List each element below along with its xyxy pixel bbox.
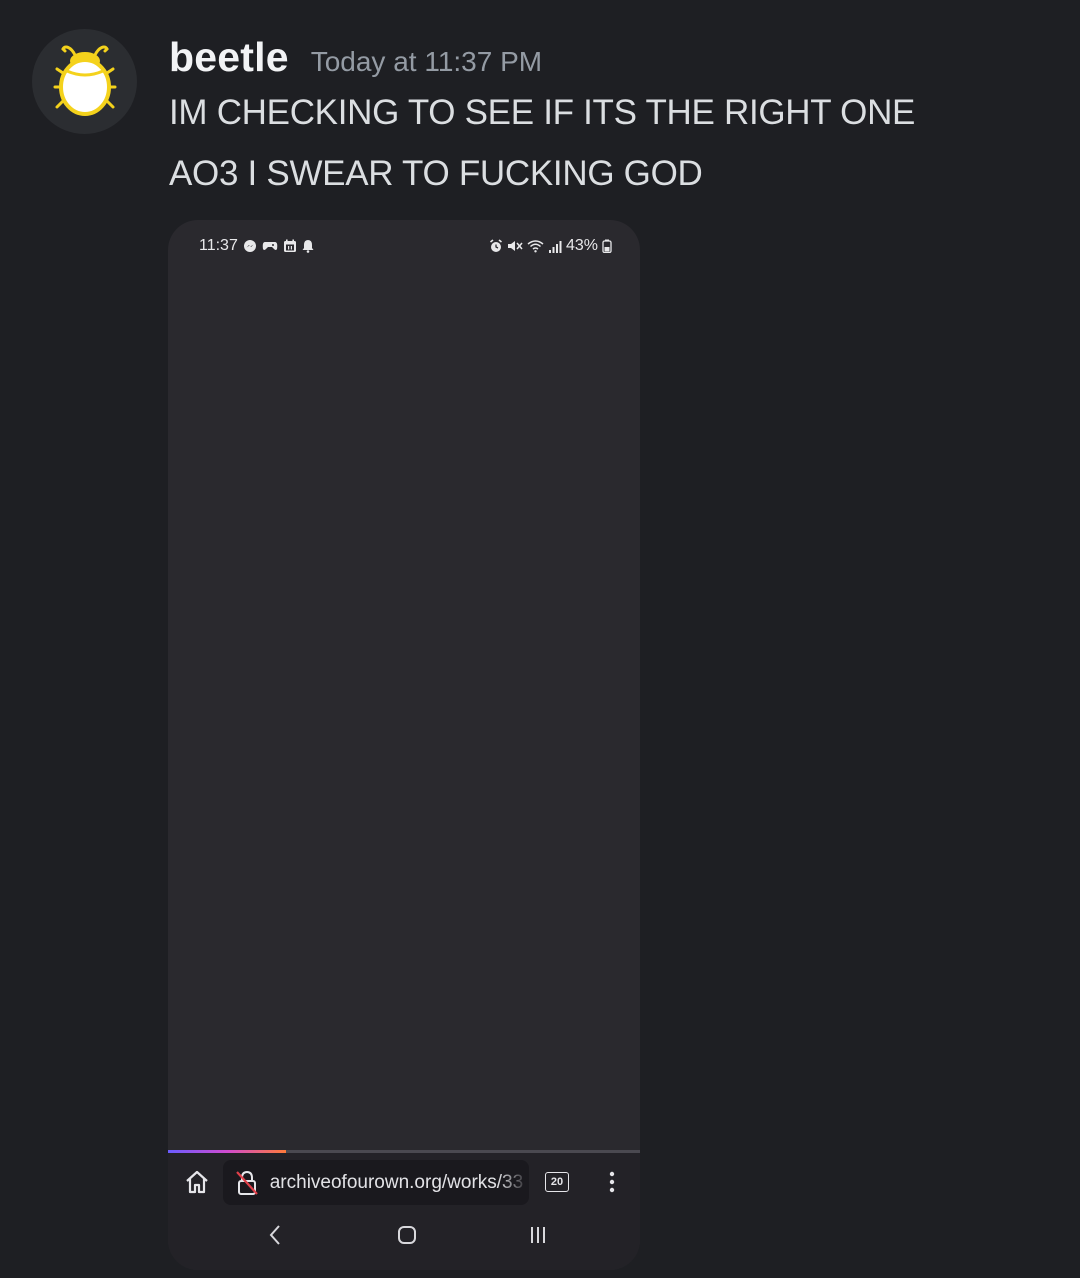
status-bar-right: 43% — [489, 237, 612, 255]
insecure-lock-icon[interactable] — [234, 1170, 260, 1196]
home-icon[interactable] — [182, 1167, 212, 1197]
chat-message: beetle Today at 11:37 PM IM CHECKING TO … — [0, 0, 1080, 1278]
android-nav-bar — [168, 1213, 640, 1270]
message-line: IM CHECKING TO SEE IF ITS THE RIGHT ONE — [169, 93, 916, 132]
username[interactable]: beetle — [169, 34, 289, 81]
status-bar-left: 11:37 — [199, 237, 314, 255]
calendar-icon — [283, 239, 297, 253]
message-header: beetle Today at 11:37 PM — [169, 34, 542, 81]
message-line: AO3 I SWEAR TO FUCKING GOD — [169, 154, 703, 193]
mute-icon — [507, 239, 523, 253]
bell-icon — [302, 239, 314, 253]
wifi-icon — [527, 239, 544, 253]
back-icon[interactable] — [264, 1222, 286, 1248]
avatar[interactable] — [32, 29, 137, 134]
more-vert-icon[interactable] — [604, 1167, 620, 1197]
beetle-icon — [53, 39, 117, 124]
status-time: 11:37 — [199, 237, 238, 254]
home-circle-icon[interactable] — [396, 1223, 418, 1247]
battery-percent: 43% — [565, 237, 598, 254]
timestamp: Today at 11:37 PM — [310, 46, 543, 77]
tab-count-button[interactable]: 20 — [545, 1172, 569, 1192]
recent-apps-icon[interactable] — [527, 1223, 549, 1247]
messenger-icon — [243, 239, 257, 253]
signal-icon — [548, 240, 562, 253]
browser-toolbar: archiveofourown.org/works/33 20 — [168, 1153, 640, 1213]
image-attachment[interactable]: 11:37 43% archiveofourown.org/works/33 2… — [168, 220, 640, 1270]
url-text[interactable]: archiveofourown.org/works/33 — [270, 1172, 529, 1194]
alarm-icon — [489, 239, 503, 253]
battery-icon — [602, 239, 612, 253]
phone-status-bar: 11:37 43% — [168, 220, 640, 260]
game-controller-icon — [262, 240, 278, 252]
address-bar[interactable]: archiveofourown.org/works/33 — [223, 1160, 529, 1205]
